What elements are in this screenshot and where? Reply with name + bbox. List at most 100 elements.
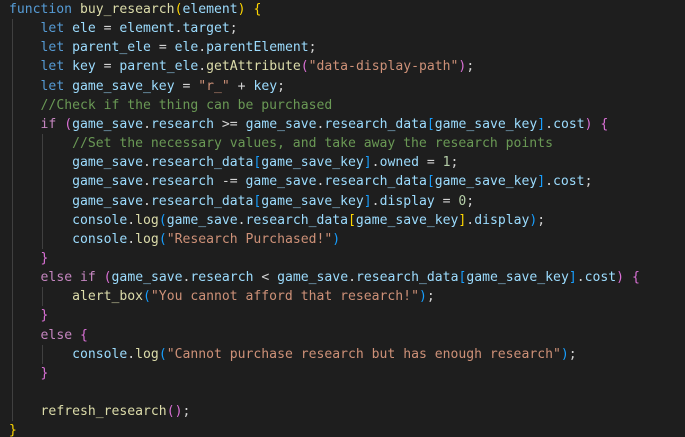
code-token: research: [150, 116, 215, 132]
code-line[interactable]: console.log("Cannot purchase research bu…: [9, 345, 577, 364]
code-token: let: [40, 21, 65, 37]
code-line[interactable]: let key = parent_ele.getAttribute("data-…: [9, 57, 475, 76]
code-token: (: [158, 231, 167, 247]
code-line[interactable]: let parent_ele = ele.parentElement;: [9, 38, 317, 57]
code-token: log: [135, 212, 159, 228]
code-token: buy_research: [79, 2, 175, 17]
code-token: element: [182, 2, 238, 17]
code-line[interactable]: //Check if the thing can be purchased: [9, 96, 333, 115]
code-line[interactable]: }: [9, 364, 49, 383]
code-line[interactable]: else if (game_save.research < game_save.…: [9, 268, 640, 287]
code-token: >=: [214, 116, 246, 132]
code-token: cost: [584, 270, 617, 286]
code-token: ;: [466, 193, 475, 209]
code-line[interactable]: }: [9, 249, 49, 268]
code-token: cost: [553, 174, 585, 190]
code-line[interactable]: refresh_research();: [9, 402, 191, 421]
code-token: {: [253, 2, 262, 17]
code-token: (: [64, 116, 73, 132]
code-token: let: [40, 59, 65, 75]
code-line[interactable]: game_save.research -= game_save.research…: [9, 172, 592, 191]
code-token: +: [229, 78, 254, 94]
code-line[interactable]: function buy_research(element) {: [9, 0, 261, 19]
code-editor[interactable]: function buy_research(element) { let ele…: [0, 0, 685, 437]
code-token: <: [253, 270, 278, 286]
code-token: research_data: [150, 193, 254, 209]
code-token: [: [426, 174, 435, 190]
code-token: else: [40, 327, 73, 343]
code-token: game_save: [245, 116, 317, 132]
code-token: ): [560, 346, 569, 362]
code-line[interactable]: console.log("Research Purchased!"): [9, 230, 340, 249]
code-token: parent_ele: [119, 59, 199, 75]
code-token: .: [576, 270, 585, 286]
code-line[interactable]: else {: [9, 326, 88, 345]
code-line[interactable]: let ele = element.target;: [9, 19, 238, 38]
code-token: game_save: [245, 174, 317, 190]
code-token: ele: [72, 21, 96, 37]
code-token: =: [174, 78, 199, 94]
code-token: {: [631, 270, 640, 286]
code-line[interactable]: game_save.research_data[game_save_key].o…: [9, 153, 458, 172]
code-token: key: [253, 78, 278, 94]
code-token: [: [348, 212, 356, 228]
code-token: }: [9, 423, 17, 437]
code-token: game_save: [72, 174, 144, 190]
code-token: .: [237, 212, 246, 228]
code-token: alert_box: [72, 289, 144, 305]
code-token: let: [40, 78, 65, 94]
code-token: .: [143, 193, 151, 209]
code-token: research_data: [150, 155, 254, 171]
code-token: -=: [214, 174, 246, 190]
code-token: .: [466, 212, 475, 228]
code-token: {: [600, 116, 609, 132]
code-token: game_save_key: [261, 155, 364, 171]
code-token: ]: [363, 193, 372, 209]
code-token: game_save: [72, 116, 144, 132]
code-line[interactable]: }: [9, 421, 17, 437]
code-token: }: [40, 250, 49, 266]
code-line[interactable]: if (game_save.research >= game_save.rese…: [9, 115, 609, 134]
code-line[interactable]: alert_box("You cannot afford that resear…: [9, 287, 435, 306]
code-token: research_data: [324, 174, 427, 190]
code-line[interactable]: console.log(game_save.research_data[game…: [9, 211, 545, 230]
code-token: .: [143, 155, 151, 171]
code-token: ;: [426, 289, 435, 305]
code-line[interactable]: }: [9, 306, 49, 325]
code-token: research: [190, 270, 254, 286]
code-token: ): [584, 116, 593, 132]
code-token: "Cannot purchase research but has enough…: [166, 346, 561, 362]
code-line[interactable]: let game_save_key = "r_" + key;: [9, 77, 285, 96]
code-token: game_save: [111, 270, 183, 286]
code-token: (: [158, 212, 167, 228]
code-token: .: [545, 116, 554, 132]
code-token: .: [348, 270, 356, 286]
code-token: .: [371, 193, 380, 209]
code-token: ;: [584, 174, 593, 190]
code-token: game_save_key: [466, 270, 569, 286]
code-token: game_save: [166, 212, 238, 228]
code-token: ;: [450, 155, 459, 171]
code-token: research: [150, 174, 214, 190]
code-token: 1: [442, 155, 451, 171]
code-token: (: [158, 346, 167, 362]
code-token: console: [72, 212, 128, 228]
code-token: =: [418, 155, 443, 171]
code-line[interactable]: game_save.research_data[game_save_key].d…: [9, 192, 474, 211]
code-token: research_data: [355, 270, 459, 286]
code-token: game_save: [72, 193, 144, 209]
code-token: key: [72, 59, 96, 75]
code-token: "data-display-path": [308, 59, 459, 75]
code-token: ;: [277, 78, 285, 94]
code-line[interactable]: //Set the necessary values, and take awa…: [9, 134, 553, 153]
